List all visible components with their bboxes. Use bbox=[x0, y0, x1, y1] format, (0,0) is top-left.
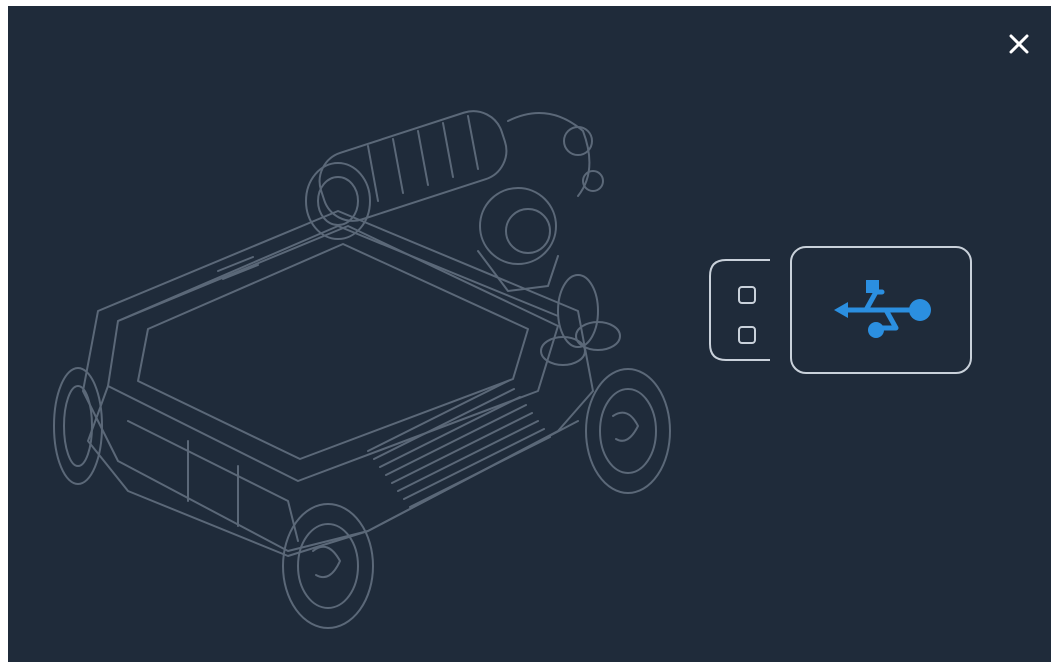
usb-device bbox=[790, 246, 972, 374]
usb-port-bracket bbox=[709, 259, 770, 361]
camera-head bbox=[305, 110, 604, 292]
wheel-rear-left bbox=[53, 367, 103, 485]
usb-connection-diagram bbox=[708, 246, 978, 381]
robot-body bbox=[82, 210, 594, 552]
usb-connect-dialog bbox=[8, 6, 1051, 662]
close-icon bbox=[1009, 34, 1029, 54]
robot-crawler-illustration bbox=[53, 110, 671, 629]
usb-icon bbox=[834, 280, 931, 338]
usb-port-slot-bottom bbox=[738, 326, 756, 344]
usb-port-slot-top bbox=[738, 286, 756, 304]
wheel-front-left bbox=[282, 503, 374, 629]
robot-screen bbox=[107, 225, 559, 482]
wheel-front-right bbox=[585, 368, 671, 494]
close-button[interactable] bbox=[1005, 30, 1033, 58]
